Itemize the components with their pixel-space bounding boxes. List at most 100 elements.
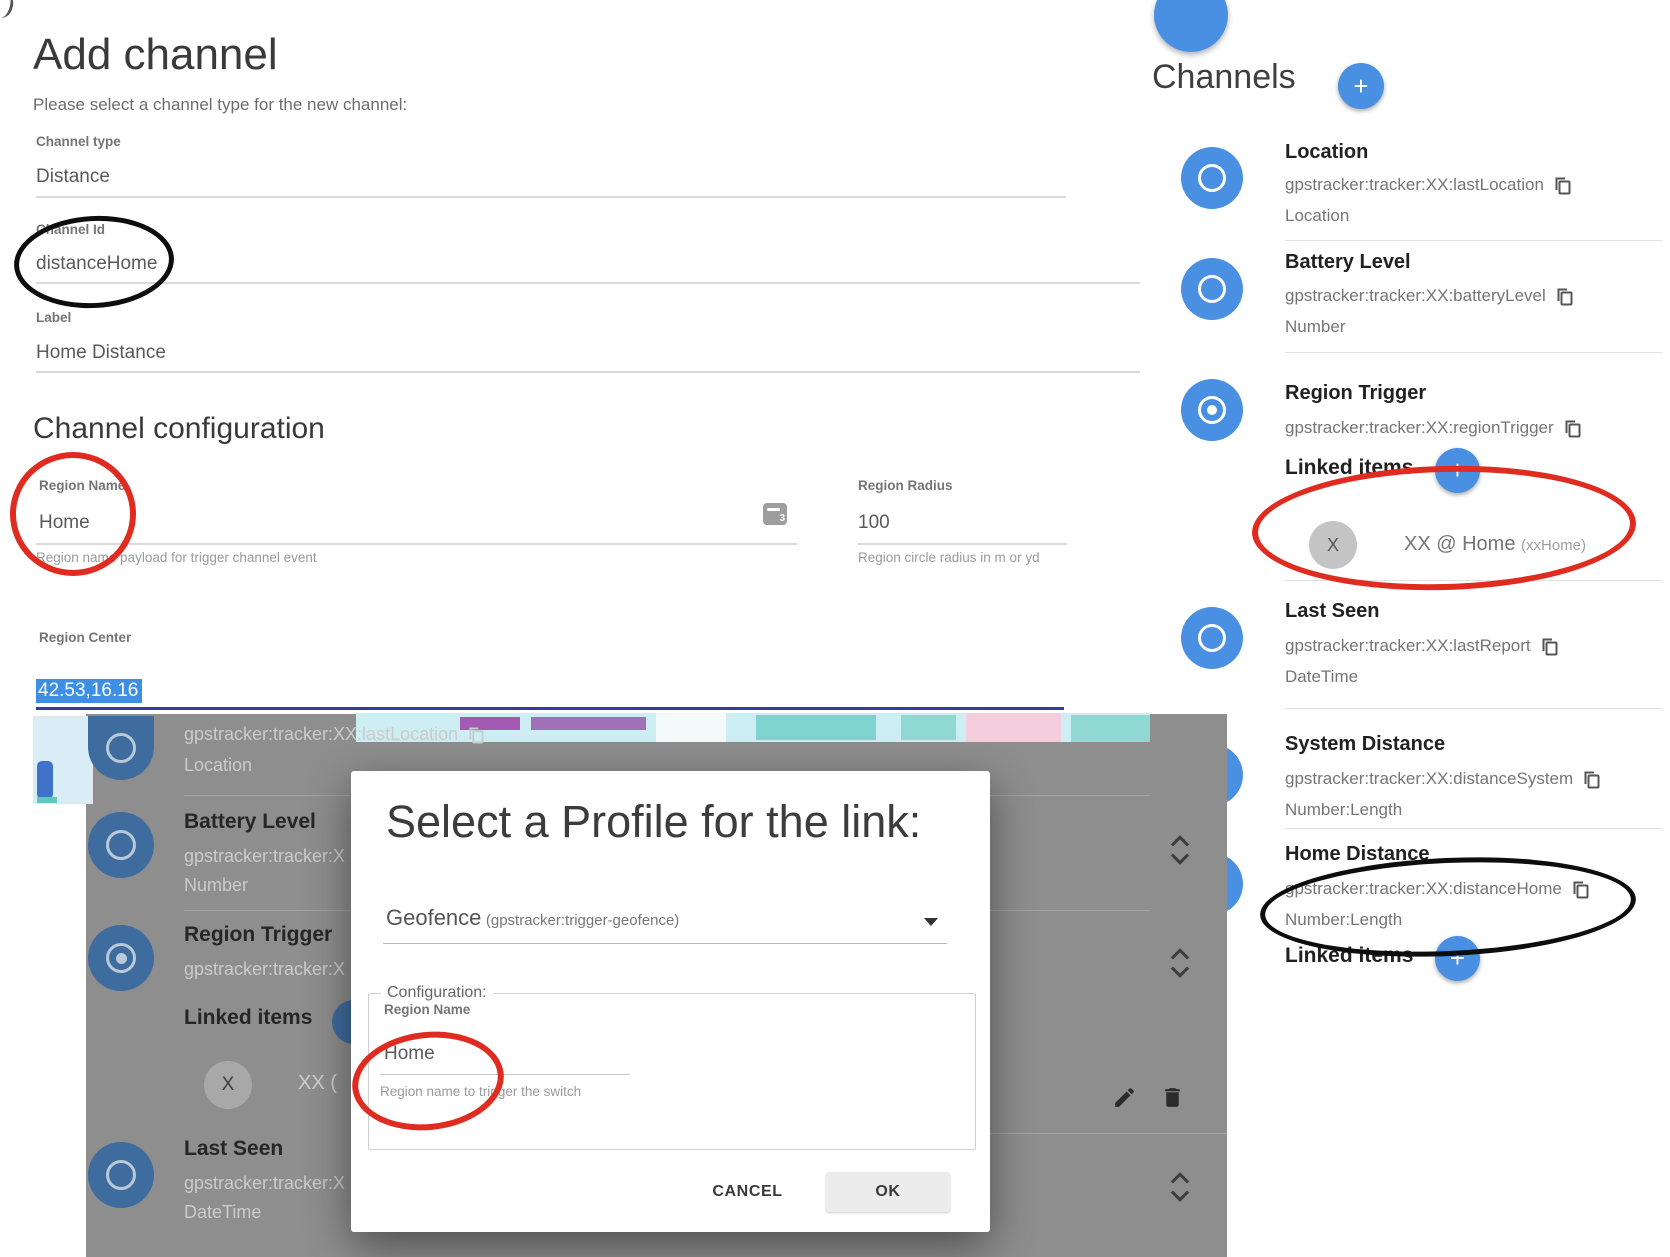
divider xyxy=(1285,828,1662,829)
channel-type: Location xyxy=(1285,206,1349,226)
divider xyxy=(990,910,1150,911)
dim-channel-id-row: gpstracker:tracker:XX:lastLocation xyxy=(184,724,484,745)
divider xyxy=(1285,708,1662,709)
radio-unchecked-icon xyxy=(1198,624,1226,652)
fieldset-legend: Configuration: xyxy=(381,984,493,1002)
divider xyxy=(1285,352,1662,353)
scrolled-fab[interactable] xyxy=(1154,0,1228,52)
channel-uid: gpstracker:tracker:XX:lastReport xyxy=(1285,636,1531,656)
copy-icon[interactable] xyxy=(1564,419,1581,438)
map-marker xyxy=(37,761,53,799)
channels-panel-title: Channels xyxy=(1152,58,1296,97)
field-underline xyxy=(36,371,1140,373)
selected-text: 42.53,16.16 xyxy=(36,679,142,703)
channel-avatar xyxy=(1181,147,1243,209)
dim-channel-name: Region Trigger xyxy=(184,923,332,947)
profile-select-detail: (gpstracker:trigger-geofence) xyxy=(486,912,679,929)
unfold-more-icon[interactable] xyxy=(1166,835,1194,865)
label-input[interactable]: Home Distance xyxy=(36,342,166,364)
map-water xyxy=(756,715,876,740)
field-underline xyxy=(36,196,1066,198)
radio-checked-icon xyxy=(106,943,136,973)
region-center-input[interactable]: 42.53,16.16 xyxy=(36,680,142,702)
dim-channel-type: Location xyxy=(184,755,252,776)
dim-channel-type: Number xyxy=(184,875,248,896)
channel-uid: gpstracker:tracker:X xyxy=(184,959,345,980)
copy-icon[interactable] xyxy=(1541,637,1558,656)
channel-name[interactable]: Last Seen xyxy=(1285,600,1379,623)
annotation-ellipse-linked-item xyxy=(1250,461,1637,595)
channel-uid: gpstracker:tracker:XX:distanceSystem xyxy=(1285,769,1573,789)
channel-avatar xyxy=(1181,379,1243,441)
region-radius-label: Region Radius xyxy=(858,478,953,493)
channel-type: DateTime xyxy=(1285,667,1358,687)
channel-id-row: gpstracker:tracker:XX:lastLocation xyxy=(1285,175,1571,195)
channel-uid: gpstracker:tracker:XX:lastLocation xyxy=(184,724,458,745)
channel-id-row: gpstracker:tracker:XX:lastReport xyxy=(1285,636,1558,656)
channel-avatar xyxy=(1181,258,1243,320)
copy-icon xyxy=(468,726,484,744)
config-section-title: Channel configuration xyxy=(33,412,325,446)
focused-field-underline xyxy=(36,707,1064,710)
divider xyxy=(990,1133,1227,1134)
radio-unchecked-icon xyxy=(106,733,136,763)
label-field-label: Label xyxy=(36,310,71,325)
copy-icon[interactable] xyxy=(1583,770,1600,789)
copy-icon[interactable] xyxy=(1554,176,1571,195)
channel-name[interactable]: Location xyxy=(1285,141,1368,164)
dim-channel-avatar xyxy=(88,1142,154,1208)
channel-name[interactable]: Region Trigger xyxy=(1285,382,1426,405)
annotation-ellipse-home-distance xyxy=(1258,850,1638,964)
divider xyxy=(1285,240,1662,241)
region-center-label: Region Center xyxy=(39,630,131,645)
crop-artifact xyxy=(0,0,16,20)
dim-linked-item-avatar: X xyxy=(204,1061,252,1109)
annotation-circle-region-name xyxy=(10,452,136,576)
radio-unchecked-icon xyxy=(106,830,136,860)
channel-avatar xyxy=(1181,607,1243,669)
field-underline xyxy=(858,543,1067,545)
channel-id-row: gpstracker:tracker:XX:batteryLevel xyxy=(1285,286,1573,306)
delete-icon[interactable] xyxy=(1160,1085,1185,1110)
region-radius-input[interactable]: 100 xyxy=(858,512,890,534)
dim-channel-id-row: gpstracker:tracker:X xyxy=(184,959,345,980)
dim-channel-name: Battery Level xyxy=(184,810,316,834)
dim-channel-type: DateTime xyxy=(184,1202,261,1223)
add-channel-button[interactable]: + xyxy=(1338,63,1384,109)
dim-channel-avatar xyxy=(88,716,154,780)
dim-linked-items-header: Linked items xyxy=(184,1006,312,1030)
select-underline xyxy=(383,943,947,944)
channel-id-row: gpstracker:tracker:XX:regionTrigger xyxy=(1285,418,1581,438)
page-title: Add channel xyxy=(33,30,278,80)
channel-type-select[interactable]: Distance xyxy=(36,166,110,188)
ok-button[interactable]: OK xyxy=(826,1172,950,1212)
radio-unchecked-icon xyxy=(1198,164,1226,192)
dim-channel-id-row: gpstracker:tracker:X xyxy=(184,846,345,867)
map-area xyxy=(966,713,1061,742)
channel-id-row: gpstracker:tracker:XX:distanceSystem xyxy=(1285,769,1600,789)
radio-checked-icon xyxy=(1198,396,1226,424)
channel-uid: gpstracker:tracker:XX:batteryLevel xyxy=(1285,286,1546,306)
profile-select-value: Geofence xyxy=(386,905,481,930)
field-underline xyxy=(36,543,797,545)
copy-icon[interactable] xyxy=(1556,287,1573,306)
cancel-button[interactable]: CANCEL xyxy=(690,1172,805,1212)
channel-name[interactable]: Battery Level xyxy=(1285,251,1411,274)
channel-type: Number:Length xyxy=(1285,800,1402,820)
dropdown-arrow-icon[interactable] xyxy=(924,918,938,926)
unfold-more-icon[interactable] xyxy=(1166,1172,1194,1202)
dim-channel-id-row: gpstracker:tracker:X xyxy=(184,1173,345,1194)
text-param-icon[interactable]: 3 xyxy=(763,503,787,525)
divider xyxy=(184,910,351,911)
radio-unchecked-icon xyxy=(106,1160,136,1190)
page-subtitle: Please select a channel type for the new… xyxy=(33,95,407,115)
dim-channel-avatar xyxy=(88,812,154,878)
channel-uid: gpstracker:tracker:X xyxy=(184,1173,345,1194)
unfold-more-icon[interactable] xyxy=(1166,948,1194,978)
map-water xyxy=(1071,715,1150,742)
map-water xyxy=(901,715,956,740)
region-radius-helper: Region circle radius in m or yd xyxy=(858,550,1040,565)
profile-select[interactable]: Geofence (gpstracker:trigger-geofence) xyxy=(386,905,679,931)
channel-name[interactable]: System Distance xyxy=(1285,733,1445,756)
edit-icon[interactable] xyxy=(1112,1085,1137,1110)
